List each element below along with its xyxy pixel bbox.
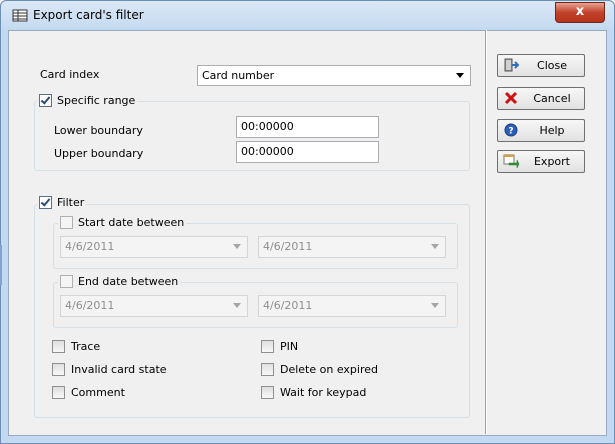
checkbox-box[interactable] bbox=[52, 386, 65, 399]
end-date-legend: End date between bbox=[58, 275, 181, 288]
filter-checkbox[interactable] bbox=[39, 196, 52, 209]
window-close-button[interactable]: x bbox=[555, 2, 605, 23]
specific-range-legend: Specific range bbox=[37, 94, 138, 107]
wait-for-keypad-label: Wait for keypad bbox=[280, 386, 367, 399]
end-date-from-picker[interactable]: 4/6/2011 bbox=[60, 295, 248, 317]
export-button-label: Export bbox=[533, 155, 570, 168]
comment-label: Comment bbox=[71, 386, 125, 399]
comment-checkbox[interactable]: Comment bbox=[52, 386, 125, 399]
lower-boundary-label: Lower boundary bbox=[54, 124, 143, 137]
chevron-down-icon bbox=[431, 303, 439, 308]
window-title: Export card's filter bbox=[33, 8, 144, 22]
specific-range-label: Specific range bbox=[57, 94, 136, 107]
end-date-label: End date between bbox=[78, 275, 179, 288]
start-date-label: Start date between bbox=[78, 216, 185, 229]
export-table-icon bbox=[503, 154, 519, 168]
chevron-down-icon bbox=[233, 303, 241, 308]
upper-boundary-label: Upper boundary bbox=[54, 147, 144, 160]
title-bar[interactable]: Export card's filter x bbox=[1, 1, 614, 29]
specific-range-checkbox[interactable] bbox=[39, 94, 52, 107]
start-date-from-picker[interactable]: 4/6/2011 bbox=[60, 236, 248, 258]
export-button[interactable]: Export bbox=[497, 150, 585, 173]
pin-label: PIN bbox=[280, 340, 299, 353]
chevron-down-icon bbox=[456, 73, 464, 78]
start-date-checkbox[interactable] bbox=[60, 216, 73, 229]
help-question-icon: ? bbox=[504, 123, 518, 137]
end-date-checkbox[interactable] bbox=[60, 275, 73, 288]
pin-checkbox[interactable]: PIN bbox=[261, 340, 298, 353]
exit-door-icon bbox=[504, 58, 519, 72]
upper-boundary-input[interactable]: 00:00000 bbox=[236, 141, 379, 163]
cancel-button-label: Cancel bbox=[533, 92, 571, 105]
end-date-to-value: 4/6/2011 bbox=[263, 299, 313, 312]
card-index-label: Card index bbox=[40, 68, 100, 81]
end-date-from-value: 4/6/2011 bbox=[65, 299, 115, 312]
lower-boundary-input[interactable]: 00:00000 bbox=[236, 116, 379, 138]
delete-on-expired-label: Delete on expired bbox=[280, 363, 378, 376]
svg-text:?: ? bbox=[508, 127, 513, 137]
invalid-card-state-label: Invalid card state bbox=[71, 363, 167, 376]
cancel-button[interactable]: Cancel bbox=[497, 87, 585, 110]
close-button-label: Close bbox=[537, 59, 567, 72]
help-button-label: Help bbox=[539, 124, 565, 137]
red-x-icon bbox=[504, 91, 518, 105]
checkbox-box[interactable] bbox=[261, 363, 274, 376]
end-date-to-picker[interactable]: 4/6/2011 bbox=[258, 295, 446, 317]
chevron-down-icon bbox=[431, 244, 439, 249]
checkbox-box[interactable] bbox=[52, 340, 65, 353]
checkbox-box[interactable] bbox=[261, 340, 274, 353]
card-index-select[interactable]: Card number bbox=[197, 65, 471, 86]
checkbox-box[interactable] bbox=[261, 386, 274, 399]
trace-label: Trace bbox=[71, 340, 101, 353]
wait-for-keypad-checkbox[interactable]: Wait for keypad bbox=[261, 386, 366, 399]
close-button[interactable]: Close bbox=[497, 54, 585, 77]
start-date-to-value: 4/6/2011 bbox=[263, 240, 313, 253]
card-index-value: Card number bbox=[202, 69, 275, 82]
chevron-down-icon bbox=[233, 244, 241, 249]
lower-boundary-value: 00:00000 bbox=[241, 120, 294, 133]
start-date-legend: Start date between bbox=[58, 216, 187, 229]
export-table-icon bbox=[12, 9, 28, 22]
left-edge-accent bbox=[0, 245, 2, 285]
invalid-card-state-checkbox[interactable]: Invalid card state bbox=[52, 363, 167, 376]
start-date-from-value: 4/6/2011 bbox=[65, 240, 115, 253]
filter-legend: Filter bbox=[37, 196, 87, 209]
filter-label: Filter bbox=[57, 196, 85, 209]
help-button[interactable]: ? Help bbox=[497, 119, 585, 142]
checkbox-box[interactable] bbox=[52, 363, 65, 376]
trace-checkbox[interactable]: Trace bbox=[52, 340, 100, 353]
pane-divider-highlight bbox=[486, 30, 487, 434]
delete-on-expired-checkbox[interactable]: Delete on expired bbox=[261, 363, 378, 376]
start-date-to-picker[interactable]: 4/6/2011 bbox=[258, 236, 446, 258]
upper-boundary-value: 00:00000 bbox=[241, 145, 294, 158]
